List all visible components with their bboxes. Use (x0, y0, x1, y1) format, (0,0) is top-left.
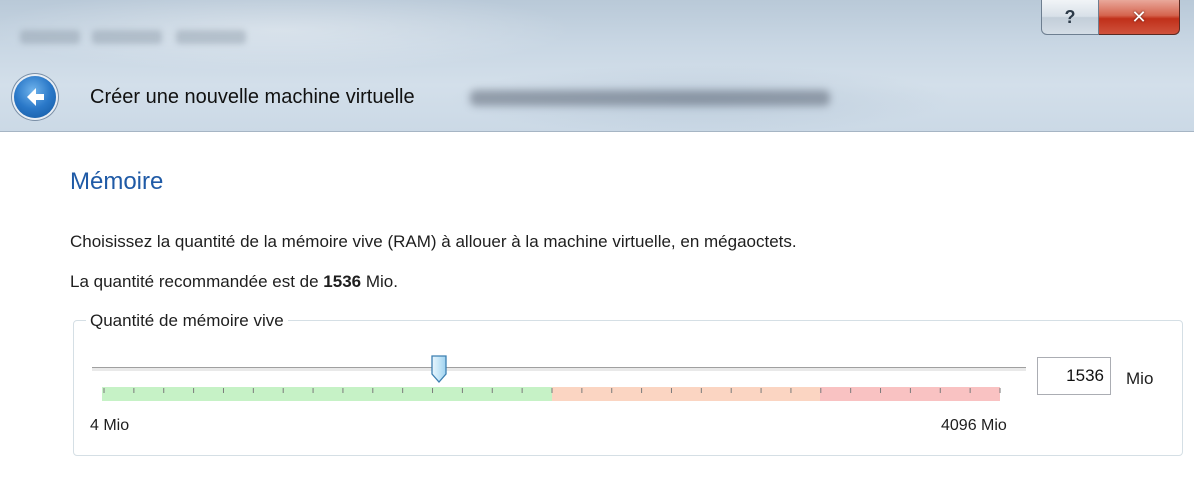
memory-unit-label: Mio (1126, 369, 1154, 388)
arrow-left-icon (27, 88, 44, 106)
page-title: Mémoire (70, 168, 164, 195)
memory-group-label: Quantité de mémoire vive (86, 311, 288, 331)
caption-buttons: ? ✕ (1041, 0, 1180, 38)
help-button[interactable]: ? (1041, 0, 1099, 35)
memory-size-input[interactable] (1037, 357, 1111, 395)
help-icon: ? (1064, 6, 1076, 27)
blurred-menu-item (20, 30, 80, 44)
slider-min-label: 4 Mio (90, 417, 130, 434)
recommendation-prefix: La quantité recommandée est de (70, 272, 324, 291)
recommendation-text: La quantité recommandée est de 1536 Mio. (70, 272, 398, 292)
recommended-value: 1536 (323, 272, 362, 291)
window-title: Créer une nouvelle machine virtuelle (90, 86, 415, 108)
close-button[interactable]: ✕ (1099, 0, 1180, 35)
title-bar: ? ✕ Créer une nouvelle machine virtuelle (0, 0, 1194, 131)
recommendation-suffix: Mio. (361, 272, 398, 291)
blurred-menu-item (176, 30, 246, 44)
slider-max-label: 4096 Mio (941, 417, 1007, 434)
blurred-menu-item (92, 30, 162, 44)
memory-slider-thumb[interactable] (430, 355, 448, 383)
slider-ticks (102, 387, 1002, 401)
back-button[interactable] (14, 76, 56, 118)
close-icon: ✕ (1131, 6, 1147, 27)
description-text: Choisissez la quantité de la mémoire viv… (70, 232, 797, 251)
memory-slider-track[interactable] (92, 367, 1026, 372)
blurred-window-title (470, 90, 830, 106)
